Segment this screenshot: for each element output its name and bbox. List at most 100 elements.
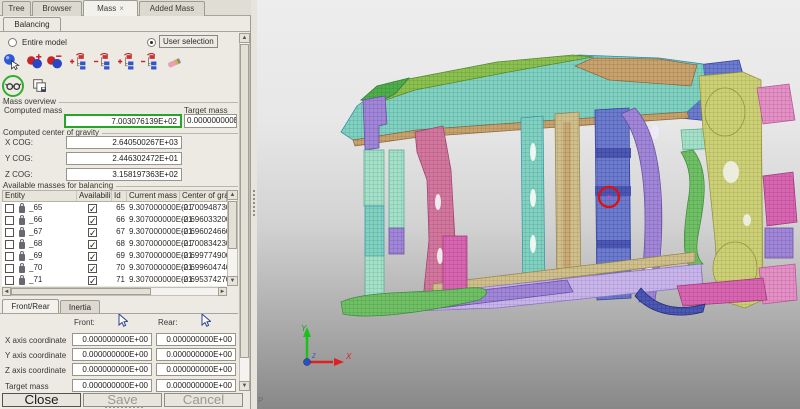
availability-checkbox[interactable] bbox=[88, 216, 97, 225]
tree-remove-alt-button[interactable] bbox=[140, 53, 159, 72]
entity-checkbox[interactable] bbox=[5, 264, 14, 273]
table-row[interactable]: _68 68 9.307000000E-01 (2.700834230E+0 bbox=[2, 238, 227, 250]
x-cog-field[interactable]: 2.640500267E+03 bbox=[66, 136, 182, 149]
cancel-button[interactable]: Cancel bbox=[164, 393, 243, 407]
tree-remove-button[interactable] bbox=[93, 53, 112, 72]
panel-resize-handle[interactable] bbox=[105, 406, 143, 408]
front-pick-cursor-icon[interactable] bbox=[118, 314, 128, 327]
computed-mass-field[interactable]: 7.003076139E+02 bbox=[64, 114, 182, 128]
target-rear-field[interactable]: 0.000000000E+00 bbox=[156, 379, 236, 392]
mesh-part-left-inner-rail[interactable] bbox=[388, 227, 405, 255]
table-row[interactable]: _65 65 9.307000000E-01 (2.700948730E+0 bbox=[2, 202, 227, 214]
col-id[interactable]: Id bbox=[112, 191, 127, 201]
tree-add-button[interactable] bbox=[69, 53, 88, 72]
eraser-button[interactable] bbox=[164, 53, 183, 72]
entity-checkbox[interactable] bbox=[5, 240, 14, 249]
mass-point bbox=[607, 195, 611, 199]
col-current-mass[interactable]: Current mass bbox=[127, 191, 180, 201]
z-front-field[interactable]: 0.000000000E+00 bbox=[72, 363, 152, 376]
z-cog-field[interactable]: 3.158197363E+02 bbox=[66, 168, 182, 181]
table-row[interactable]: _70 70 9.307000000E-01 (2.699604740E+0 bbox=[2, 262, 227, 274]
z-rear-field[interactable]: 0.000000000E+00 bbox=[156, 363, 236, 376]
entity-checkbox[interactable] bbox=[5, 252, 14, 261]
tab-close-icon[interactable]: × bbox=[119, 4, 124, 13]
scroll-thumb[interactable] bbox=[240, 44, 249, 358]
col-cog[interactable]: Center of gravity bbox=[180, 191, 228, 201]
tab-inertia[interactable]: Inertia bbox=[60, 300, 100, 314]
tree-add-alt-icon bbox=[118, 53, 134, 70]
scroll-thumb[interactable] bbox=[228, 201, 237, 249]
availability-checkbox[interactable] bbox=[88, 204, 97, 213]
review-glasses-button[interactable] bbox=[4, 77, 23, 96]
y-cog-field[interactable]: 2.446302472E+01 bbox=[66, 152, 182, 165]
mesh-part-magenta-block[interactable] bbox=[762, 171, 798, 227]
entity-checkbox[interactable] bbox=[5, 216, 14, 225]
mesh-part-blue-pillar-brace bbox=[595, 148, 631, 158]
mesh-part-green-skid[interactable] bbox=[340, 287, 488, 317]
table-row[interactable]: _69 69 9.307000000E-01 (2.699774900E+0 bbox=[2, 250, 227, 262]
availability-checkbox[interactable] bbox=[88, 264, 97, 273]
col-entity[interactable]: Entity bbox=[3, 191, 77, 201]
save-button[interactable]: Save bbox=[83, 393, 162, 407]
tab-front-rear[interactable]: Front/Rear bbox=[2, 299, 59, 314]
availability-checkbox[interactable] bbox=[88, 252, 97, 261]
glasses-icon bbox=[5, 83, 22, 90]
tab-balancing[interactable]: Balancing bbox=[3, 17, 61, 32]
table-row[interactable]: _66 66 9.307000000E-01 (2.696033200E+0 bbox=[2, 214, 227, 226]
select-mass-button[interactable] bbox=[2, 53, 21, 72]
tab-tree[interactable]: Tree bbox=[2, 1, 31, 16]
mesh-part-pink-block[interactable] bbox=[756, 83, 796, 125]
add-mass-icon bbox=[27, 54, 42, 69]
mass-entity-icon bbox=[19, 275, 25, 285]
rear-pick-cursor-icon[interactable] bbox=[201, 314, 211, 327]
save-copy-button[interactable] bbox=[30, 77, 49, 96]
mesh-part-blue-pillar-brace bbox=[596, 240, 631, 248]
tree-add-alt-button[interactable] bbox=[117, 53, 136, 72]
x-axis-label: X axis coordinate bbox=[5, 336, 67, 345]
mesh-part-green-member[interactable] bbox=[680, 149, 705, 267]
x-rear-field[interactable]: 0.000000000E+00 bbox=[156, 333, 236, 346]
divider bbox=[0, 31, 250, 32]
mesh-part-purple-block[interactable] bbox=[764, 227, 794, 259]
remove-mass-button[interactable] bbox=[45, 53, 64, 72]
y-rear-field[interactable]: 0.000000000E+00 bbox=[156, 348, 236, 361]
entire-model-radio[interactable] bbox=[8, 38, 17, 47]
table-row[interactable]: _67 67 9.307000000E-01 (2.696024660E+0 bbox=[2, 226, 227, 238]
model-3d-view[interactable]: Y X Z bbox=[257, 0, 800, 409]
scroll-down-button[interactable]: ▼ bbox=[239, 381, 250, 391]
availability-checkbox[interactable] bbox=[88, 228, 97, 237]
scroll-right-button[interactable]: ► bbox=[218, 287, 227, 296]
tab-mass[interactable]: Mass × bbox=[83, 0, 138, 16]
tab-browser[interactable]: Browser bbox=[32, 1, 82, 16]
scroll-down-button[interactable]: ▼ bbox=[227, 276, 238, 286]
table-row[interactable]: _71 71 9.307000000E-01 (2.695374270E+0 bbox=[2, 274, 227, 286]
mesh-part-left-inner-rail[interactable] bbox=[388, 149, 405, 231]
target-front-field[interactable]: 0.000000000E+00 bbox=[72, 379, 152, 392]
scroll-up-button[interactable]: ▲ bbox=[239, 33, 250, 43]
3d-viewport[interactable]: Y X Z P bbox=[257, 0, 800, 409]
y-cog-label: Y COG: bbox=[5, 154, 33, 163]
target-mass-field[interactable]: 0.000000000E+00 bbox=[184, 114, 237, 128]
mesh-part-left-rail[interactable] bbox=[364, 255, 385, 299]
x-front-field[interactable]: 0.000000000E+00 bbox=[72, 333, 152, 346]
mesh-hole bbox=[435, 194, 441, 210]
col-availability[interactable]: Availability bbox=[77, 191, 112, 201]
entity-checkbox[interactable] bbox=[5, 228, 14, 237]
tab-added-mass[interactable]: Added Mass bbox=[139, 1, 205, 16]
scroll-up-button[interactable]: ▲ bbox=[227, 190, 238, 200]
mesh-hole bbox=[723, 161, 739, 183]
mesh-part-left-rail[interactable] bbox=[364, 205, 385, 257]
scroll-thumb[interactable] bbox=[11, 288, 151, 295]
availability-checkbox[interactable] bbox=[88, 240, 97, 249]
scroll-left-button[interactable]: ◄ bbox=[2, 287, 11, 296]
add-mass-button[interactable] bbox=[25, 53, 44, 72]
y-front-field[interactable]: 0.000000000E+00 bbox=[72, 348, 152, 361]
mesh-part-left-rail[interactable] bbox=[363, 149, 385, 207]
entity-checkbox[interactable] bbox=[5, 276, 14, 285]
z-axis-glyph: Z bbox=[311, 354, 316, 360]
close-button[interactable]: Close bbox=[2, 393, 81, 407]
entity-checkbox[interactable] bbox=[5, 204, 14, 213]
chassis-mesh-model[interactable] bbox=[340, 54, 798, 317]
availability-checkbox[interactable] bbox=[88, 276, 97, 285]
user-selection-radio[interactable] bbox=[147, 38, 156, 47]
